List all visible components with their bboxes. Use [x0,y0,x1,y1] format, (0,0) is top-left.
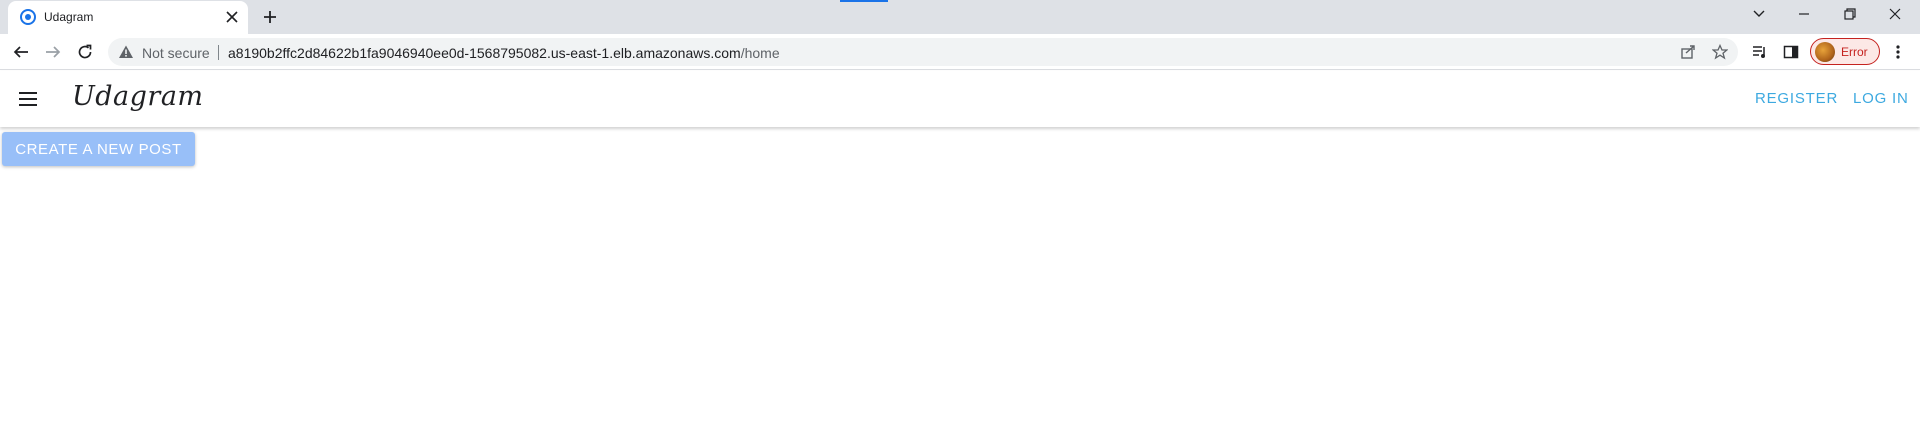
browser-tab[interactable]: Udagram [8,1,248,34]
tab-search-button[interactable] [1745,2,1773,26]
reload-icon [78,44,92,59]
app-logo[interactable]: Udagram [72,81,204,112]
tab-close-icon[interactable] [223,8,241,26]
share-icon[interactable] [1678,42,1698,62]
minimize-icon [1799,13,1809,15]
avatar [1815,41,1835,62]
plus-icon [264,11,276,23]
warning-icon[interactable] [118,44,134,60]
restore-button[interactable] [1836,2,1864,26]
restore-icon [1844,8,1856,20]
profile-status-label: Error [1841,44,1868,59]
create-post-button[interactable]: CREATE A NEW POST [2,132,195,166]
chevron-down-icon [1753,10,1765,17]
reload-button[interactable] [73,40,97,64]
close-icon [1889,8,1901,20]
forward-button[interactable] [41,40,65,64]
back-button[interactable] [9,40,33,64]
url-host: a8190b2ffc2d84622b1fa9046940ee0d-1568795… [228,45,741,61]
profile-button[interactable]: Error [1810,38,1880,65]
address-bar[interactable]: Not secure a8190b2ffc2d84622b1fa9046940e… [108,38,1738,66]
loading-indicator [840,0,888,2]
register-link[interactable]: REGISTER [1755,90,1838,107]
arrow-right-icon [46,46,61,58]
tab-favicon-icon [20,9,36,25]
hamburger-menu-icon [19,92,37,106]
security-status-label[interactable]: Not secure [142,45,210,61]
browser-toolbar: Not secure a8190b2ffc2d84622b1fa9046940e… [0,34,1920,70]
minimize-button[interactable] [1790,2,1818,26]
tab-title: Udagram [44,10,94,24]
new-tab-button[interactable] [258,5,282,29]
side-panel-icon[interactable] [1781,42,1801,62]
bookmark-star-icon[interactable] [1710,42,1730,62]
media-controls-icon[interactable] [1750,42,1770,62]
login-link[interactable]: LOG IN [1853,90,1909,107]
url-text[interactable]: a8190b2ffc2d84622b1fa9046940ee0d-1568795… [228,45,780,61]
browser-tab-strip: Udagram [0,0,1920,34]
app-header: Udagram REGISTER LOG IN [0,71,1920,127]
kebab-menu-icon[interactable] [1888,42,1908,62]
url-path: /home [740,45,780,61]
menu-button[interactable] [16,87,40,111]
close-window-button[interactable] [1881,2,1909,26]
arrow-left-icon [13,46,28,58]
omnibox-divider [218,45,219,60]
